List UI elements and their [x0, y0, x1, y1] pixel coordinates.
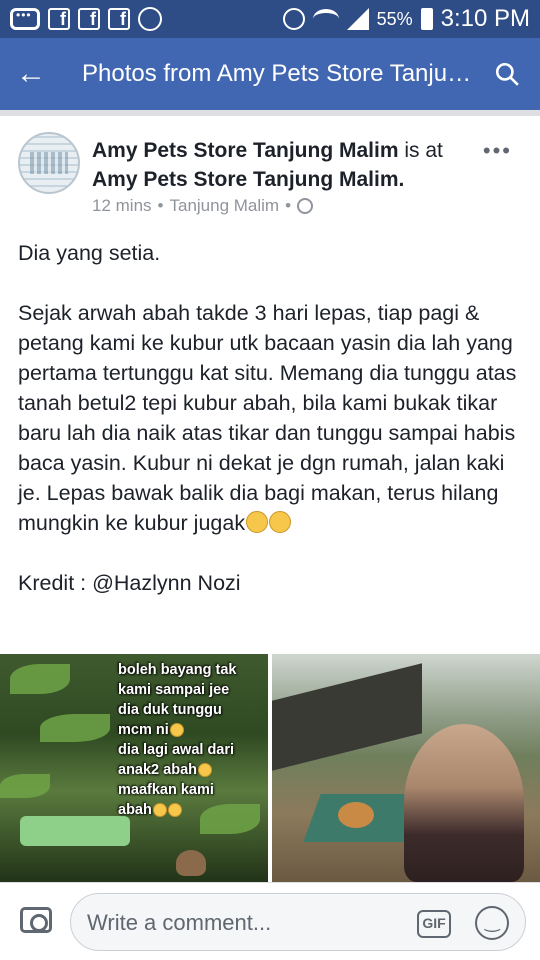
more-options-icon[interactable]: •••: [483, 138, 512, 164]
post-author-line: Amy Pets Store Tanjung Malim is at Amy P…: [92, 136, 472, 194]
pleading-face-emoji-icon: [246, 511, 269, 533]
photo-grid: boleh bayang tak kami sampai jee dia duk…: [0, 654, 540, 882]
post-body: Dia yang setia. Sejak arwah abah takde 3…: [18, 238, 526, 598]
post-header: Amy Pets Store Tanjung Malim is at Amy P…: [0, 116, 540, 220]
sad-face-emoji-icon: [198, 763, 212, 777]
photo-woman-cat[interactable]: [272, 654, 540, 882]
wifi-icon: [312, 9, 339, 29]
alarm-icon: [282, 8, 305, 30]
location-name[interactable]: Amy Pets Store Tanjung Malim.: [92, 168, 404, 191]
sad-face-emoji-icon: [152, 803, 167, 817]
chat-bubble-icon: [10, 8, 40, 30]
avatar[interactable]: [18, 132, 80, 194]
globe-icon: [297, 198, 314, 214]
post-meta: 12 mins • Tanjung Malim •: [92, 196, 314, 216]
comment-input[interactable]: Write a comment... GIF: [70, 893, 526, 951]
facebook-icon: f: [78, 8, 100, 30]
photo-grave-cat[interactable]: boleh bayang tak kami sampai jee dia duk…: [0, 654, 268, 882]
gif-icon[interactable]: GIF: [417, 910, 451, 938]
post-time[interactable]: 12 mins: [92, 196, 152, 216]
signal-icon: [346, 8, 369, 30]
credit-line: Kredit : @Hazlynn Nozi: [18, 571, 241, 595]
back-arrow-icon[interactable]: ←: [0, 38, 62, 110]
facebook-icon: f: [48, 8, 70, 30]
sad-face-emoji-icon: [169, 723, 184, 737]
sad-face-emoji-icon: [167, 803, 182, 817]
emoji-picker-icon[interactable]: [475, 906, 509, 940]
clock: 3:10 PM: [440, 5, 530, 32]
photo-overlay-caption: boleh bayang tak kami sampai jee dia duk…: [118, 662, 237, 818]
page-title: Photos from Amy Pets Store Tanjung Malim: [82, 60, 474, 87]
pleading-face-emoji-icon: [269, 511, 292, 533]
battery-percent: 55%: [376, 8, 413, 29]
camera-icon[interactable]: [20, 907, 52, 933]
facebook-icon: f: [108, 8, 130, 30]
post-text-paragraph: Sejak arwah abah takde 3 hari lepas, tia…: [18, 301, 517, 535]
comment-placeholder: Write a comment...: [87, 910, 272, 935]
app-header: ← Photos from Amy Pets Store Tanjung Mal…: [0, 38, 540, 110]
battery-icon: [420, 8, 433, 30]
search-icon[interactable]: [474, 38, 540, 110]
post-text-line: Dia yang setia.: [18, 241, 161, 265]
whatsapp-icon: [138, 7, 162, 31]
comment-bar: Write a comment... GIF: [0, 882, 540, 960]
author-connector: is at: [404, 139, 443, 162]
author-name[interactable]: Amy Pets Store Tanjung Malim: [92, 139, 399, 162]
post-place[interactable]: Tanjung Malim: [169, 196, 279, 216]
status-bar: f f f 55% 3:10 PM: [0, 0, 540, 38]
